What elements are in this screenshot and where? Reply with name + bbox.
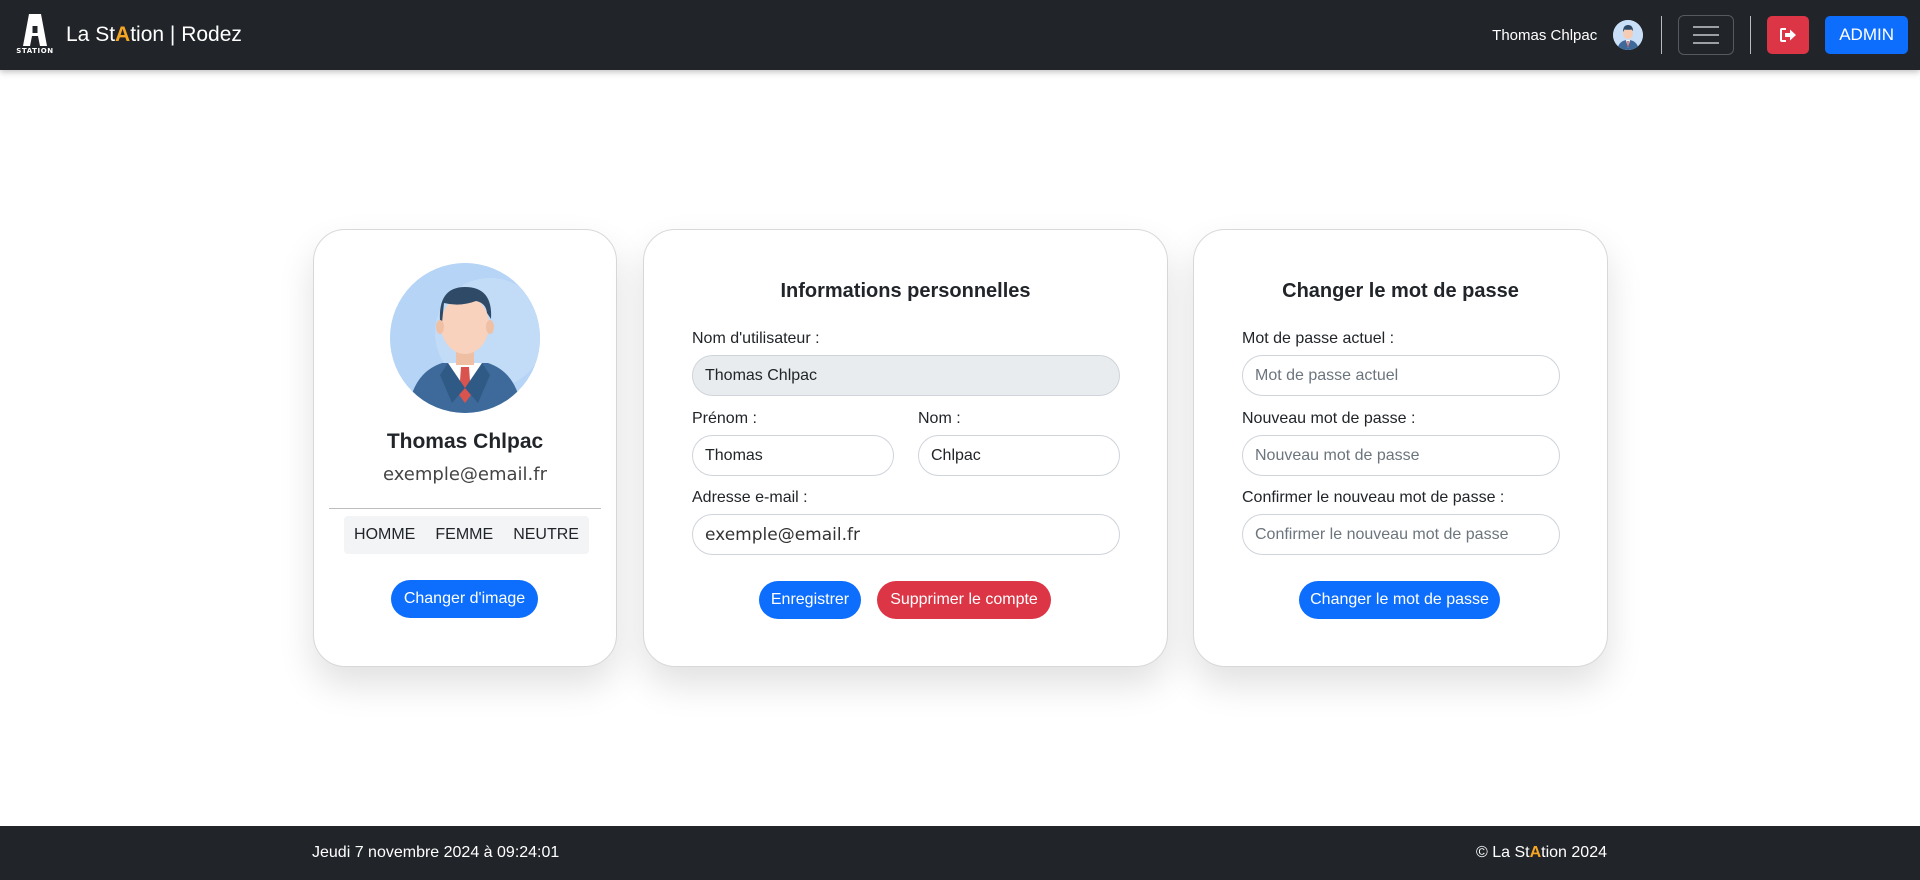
profile-name: Thomas Chlpac (386, 430, 544, 453)
brand-highlight: A (115, 23, 131, 46)
navbar-divider (1661, 16, 1663, 54)
email-label: Adresse e-mail : (692, 489, 808, 506)
gender-selector: HOMME FEMME NEUTRE (344, 516, 589, 554)
menu-toggle-button[interactable] (1678, 15, 1735, 55)
brand-link[interactable]: STATION La StAtion | Rodez (12, 12, 242, 58)
personal-info-title: Informations personnelles (780, 280, 1031, 302)
lastname-field[interactable]: Chlpac (918, 435, 1120, 476)
gender-option-femme[interactable]: FEMME (429, 522, 499, 548)
profile-email: exemple@email.fr (382, 464, 548, 485)
username-label: Nom d'utilisateur : (692, 330, 820, 347)
brand-title: La StAtion | Rodez (66, 23, 242, 46)
new-password-label: Nouveau mot de passe : (1242, 410, 1416, 427)
station-logo: STATION (12, 12, 58, 58)
hamburger-icon (1693, 26, 1720, 28)
change-password-title: Changer le mot de passe (1282, 280, 1519, 302)
lastname-label: Nom : (918, 410, 961, 427)
admin-button[interactable]: ADMIN (1825, 16, 1908, 54)
profile-divider (329, 508, 601, 509)
navbar-username: Thomas Chlpac (1492, 26, 1598, 44)
confirm-password-label: Confirmer le nouveau mot de passe : (1242, 489, 1505, 506)
change-password-button[interactable]: Changer le mot de passe (1299, 581, 1500, 619)
new-password-input[interactable]: Nouveau mot de passe (1242, 435, 1560, 476)
footer-datetime: Jeudi 7 novembre 2024 à 09:24:01 (312, 844, 560, 861)
logout-icon (1780, 28, 1797, 42)
navbar-avatar[interactable] (1613, 20, 1644, 50)
firstname-field[interactable]: Thomas (692, 435, 894, 476)
confirm-password-input[interactable]: Confirmer le nouveau mot de passe (1242, 514, 1560, 555)
firstname-label: Prénom : (692, 410, 757, 427)
gender-option-neutre[interactable]: NEUTRE (507, 522, 585, 548)
change-image-button[interactable]: Changer d'image (391, 580, 538, 618)
profile-card: Thomas Chlpac exemple@email.fr HOMME FEM… (313, 229, 617, 667)
footer-copyright: © La StAtion 2024 (1476, 844, 1607, 861)
profile-avatar (390, 263, 540, 413)
current-password-label: Mot de passe actuel : (1242, 330, 1395, 347)
save-button[interactable]: Enregistrer (759, 581, 861, 619)
personal-info-card: Informations personnelles Nom d'utilisat… (643, 229, 1168, 667)
top-navbar: STATION La StAtion | Rodez Thomas Chlpac (0, 0, 1920, 70)
current-password-input[interactable]: Mot de passe actuel (1242, 355, 1560, 396)
footer: Jeudi 7 novembre 2024 à 09:24:01 © La St… (0, 826, 1920, 880)
gender-option-homme[interactable]: HOMME (348, 522, 421, 548)
username-field: Thomas Chlpac (692, 355, 1120, 396)
email-field[interactable]: exemple@email.fr (692, 514, 1120, 555)
change-password-card: Changer le mot de passe Mot de passe act… (1193, 229, 1608, 667)
navbar-divider (1750, 16, 1752, 54)
logout-button[interactable] (1767, 16, 1810, 54)
delete-account-button[interactable]: Supprimer le compte (877, 581, 1051, 619)
